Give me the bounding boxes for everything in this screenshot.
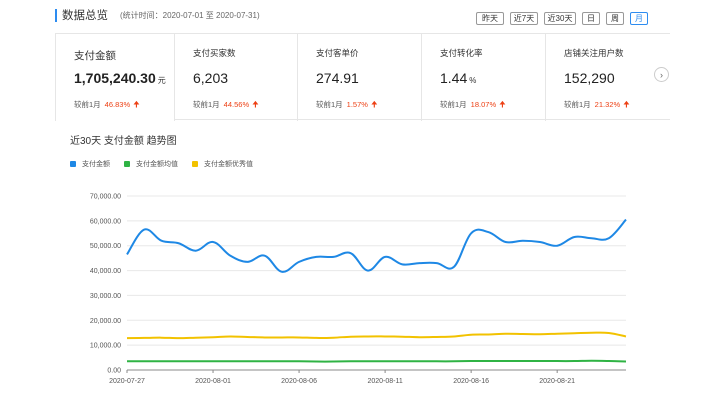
x-tick-label: 2020-08-06 (281, 378, 317, 385)
y-tick-label: 0.00 (107, 368, 121, 375)
x-tick-label: 2020-08-21 (539, 378, 575, 385)
series-line-payment-mean[interactable] (127, 359, 627, 363)
y-tick-label: 40,000.00 (90, 268, 121, 275)
series-line-payment-excellent[interactable] (126, 331, 627, 340)
x-tick-label: 2020-07-27 (109, 378, 145, 385)
y-tick-label: 50,000.00 (90, 243, 121, 250)
y-tick-label: 10,000.00 (90, 343, 121, 350)
y-tick-label: 30,000.00 (90, 293, 121, 300)
x-tick-label: 2020-08-16 (453, 378, 489, 385)
y-tick-label: 20,000.00 (90, 318, 121, 325)
trend-chart: 0.00 10,000.00 20,000.00 30,000.00 40,000.00… (90, 194, 627, 385)
x-tick-label: 2020-08-01 (195, 378, 231, 385)
y-tick-label: 70,000.00 (90, 194, 121, 201)
y-tick-label: 60,000.00 (90, 218, 121, 225)
x-tick-label: 2020-08-11 (367, 378, 402, 385)
